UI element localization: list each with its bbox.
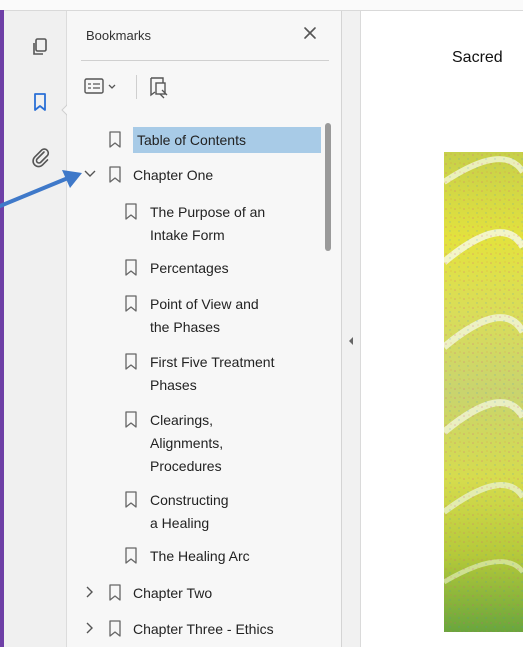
document-title: Sacred xyxy=(452,49,503,66)
bookmark-label-line2: Phases xyxy=(150,377,197,393)
bookmark-label: First Five Treatment xyxy=(150,354,275,370)
bookmark-label: Percentages xyxy=(150,260,229,276)
bookmark-label-line2: a Healing xyxy=(150,515,210,531)
chevron-down-icon[interactable] xyxy=(83,167,97,181)
bookmark-label-line2: Alignments, xyxy=(150,435,224,451)
bookmark-icon xyxy=(109,131,121,148)
bookmark-item-first-five-phases[interactable]: First Five Treatment Phases xyxy=(67,351,323,397)
bookmark-icon[interactable] xyxy=(29,91,51,113)
bookmark-label-line2: Intake Form xyxy=(150,227,225,243)
bookmark-label: The Purpose of an xyxy=(150,204,266,220)
navigation-rail xyxy=(4,11,71,647)
new-bookmark-button[interactable] xyxy=(146,75,170,99)
bookmark-label: Chapter Two xyxy=(133,585,213,601)
bookmark-options-icon xyxy=(84,78,116,94)
chevron-right-icon[interactable] xyxy=(83,585,97,599)
toolbar-separator xyxy=(81,60,329,61)
toolbar-divider xyxy=(136,75,137,99)
bookmark-label: Point of View and xyxy=(150,296,259,312)
bookmark-icon xyxy=(109,166,121,183)
bookmark-icon xyxy=(125,295,137,312)
bookmark-options-button[interactable] xyxy=(84,76,126,96)
bookmarks-panel: Bookmarks Table of Contents Chapter One xyxy=(67,11,342,647)
bookmark-label: Chapter Three - Ethics xyxy=(133,621,274,637)
bookmark-icon xyxy=(125,491,137,508)
copy-pages-icon[interactable] xyxy=(29,36,51,58)
bookmark-icon xyxy=(125,547,137,564)
bookmark-item-constructing-healing[interactable]: Constructing a Healing xyxy=(67,489,323,535)
new-bookmark-icon xyxy=(150,77,168,99)
panel-splitter[interactable] xyxy=(342,11,361,647)
scrollbar-thumb[interactable] xyxy=(325,123,331,251)
bookmark-icon xyxy=(125,203,137,220)
bookmark-label: Table of Contents xyxy=(133,127,321,153)
bookmark-label: Constructing xyxy=(150,492,229,508)
bookmark-label: The Healing Arc xyxy=(150,548,250,564)
document-cover-image xyxy=(444,152,523,632)
window-top-edge xyxy=(0,0,523,11)
bookmark-label: Clearings, xyxy=(150,412,214,428)
bookmark-icon xyxy=(125,411,137,428)
bookmark-tree: Table of Contents Chapter One The Purpos… xyxy=(67,121,323,647)
bookmark-item-point-of-view[interactable]: Point of View and the Phases xyxy=(67,293,323,339)
close-icon[interactable] xyxy=(301,24,319,42)
bookmark-icon xyxy=(109,584,121,601)
bookmark-label: Chapter One xyxy=(133,167,214,183)
bookmark-item-purpose-intake-form[interactable]: The Purpose of an Intake Form xyxy=(67,201,323,247)
panel-title: Bookmarks xyxy=(86,28,152,43)
document-view: Sacred xyxy=(361,11,523,647)
bookmark-icon xyxy=(125,259,137,276)
bookmark-label-line3: Procedures xyxy=(150,458,222,474)
annotation-arrow xyxy=(0,170,82,208)
scrollbar[interactable] xyxy=(325,119,333,639)
collapse-panel-icon[interactable] xyxy=(347,333,355,345)
chevron-right-icon[interactable] xyxy=(83,621,97,635)
bookmark-label-line2: the Phases xyxy=(150,319,221,335)
bookmark-item-clearings[interactable]: Clearings, Alignments, Procedures xyxy=(67,409,323,478)
bookmark-icon xyxy=(109,620,121,637)
bookmark-icon xyxy=(125,353,137,370)
